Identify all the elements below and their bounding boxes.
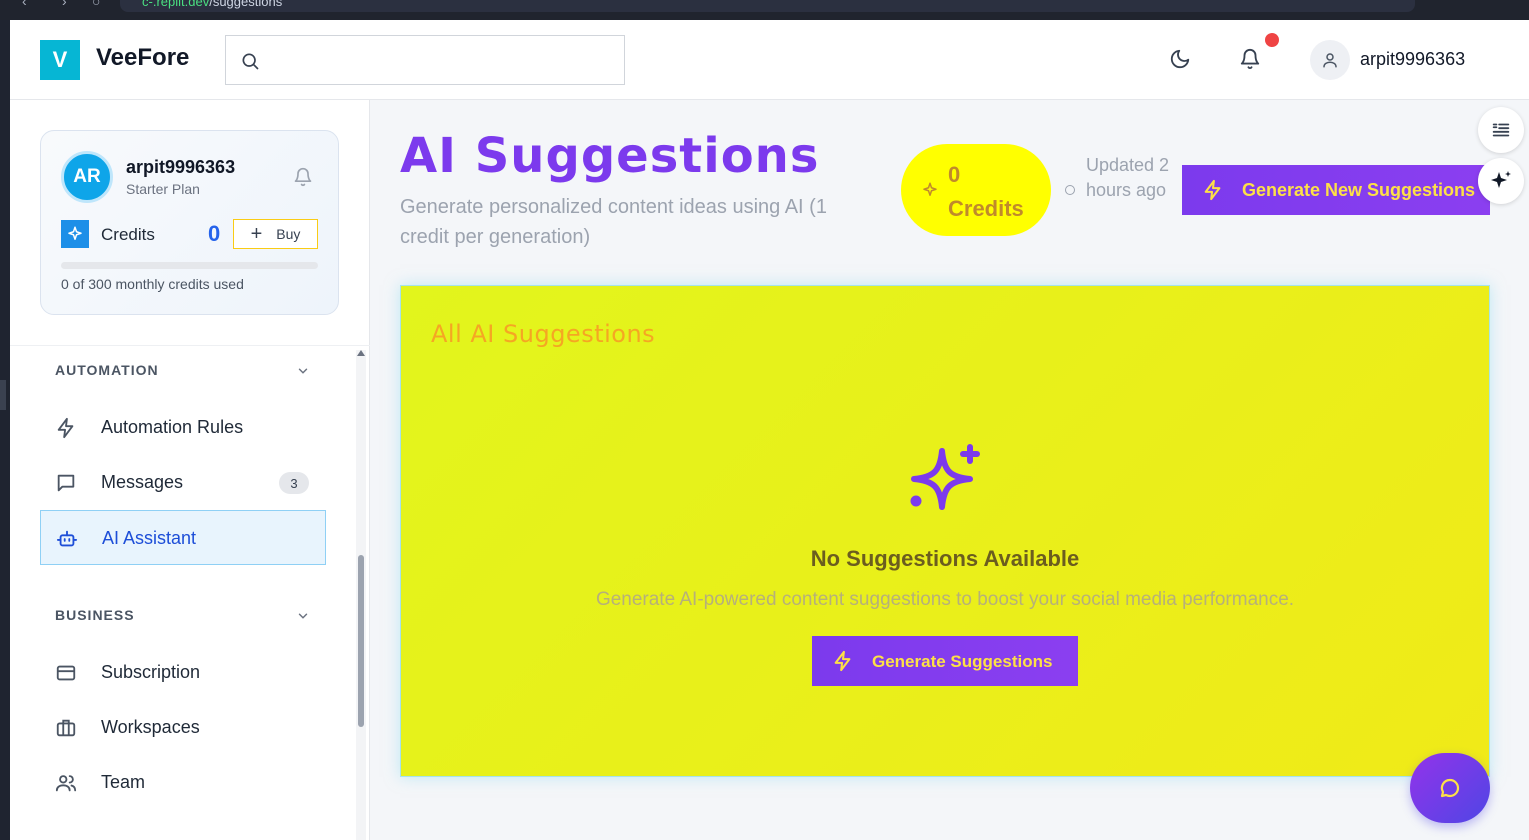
profile-card: AR arpit9996363 Starter Plan Credits 0 +…: [40, 130, 339, 315]
sparkle-icon: [923, 182, 937, 196]
profile-plan: Starter Plan: [126, 181, 200, 197]
quote-tool-button[interactable]: [1478, 107, 1524, 153]
credits-pill-text: 0 Credits: [948, 162, 1024, 221]
sidebar-item-label: Team: [101, 772, 146, 792]
button-label: Generate Suggestions: [872, 652, 1053, 671]
credits-value: 0: [208, 221, 221, 246]
logo[interactable]: V: [40, 40, 80, 80]
chat-button[interactable]: [1410, 753, 1490, 823]
bell-icon[interactable]: [293, 167, 313, 187]
url-path: /suggestions: [209, 0, 283, 9]
bolt-icon: [57, 417, 74, 439]
ai-tool-button[interactable]: [1478, 158, 1524, 204]
sidebar-item-label: Workspaces: [101, 717, 200, 737]
section-automation[interactable]: AUTOMATION: [55, 362, 159, 378]
profile-name: arpit9996363: [126, 157, 236, 177]
brand-name[interactable]: VeeFore: [96, 44, 189, 72]
sidebar-item-team[interactable]: Team: [40, 755, 326, 810]
user-avatar[interactable]: [1310, 40, 1350, 80]
sidebar-item-ai-assistant[interactable]: AI Assistant: [40, 510, 326, 565]
button-label: Generate New Suggestions: [1242, 180, 1476, 200]
buy-credits-button[interactable]: + Buy: [233, 219, 318, 249]
suggestions-panel: All AI Suggestions No Suggestions Availa…: [400, 285, 1490, 777]
section-business[interactable]: BUSINESS: [55, 607, 135, 623]
window-edge: [0, 380, 6, 410]
sparkles-icon: [1491, 171, 1511, 188]
back-icon[interactable]: ‹: [22, 0, 27, 9]
profile-avatar: AR: [61, 151, 113, 203]
sidebar-scrollbar[interactable]: [356, 350, 366, 840]
empty-state-title: No Suggestions Available: [810, 546, 1080, 571]
address-bar[interactable]: c-.replit.dev/suggestions: [120, 0, 1415, 12]
sidebar-item-label: AI Assistant: [102, 528, 197, 548]
credits-pill: 0 Credits: [901, 144, 1051, 236]
chat-bubble-icon: [1440, 778, 1460, 798]
reload-icon[interactable]: ○: [92, 0, 100, 9]
clock-icon: [1065, 185, 1075, 195]
briefcase-icon: [56, 719, 76, 737]
sidebar-item-messages[interactable]: Messages 3: [40, 455, 326, 510]
moon-icon[interactable]: [1169, 48, 1191, 70]
empty-state-description: Generate AI-powered content suggestions …: [595, 589, 1295, 610]
users-icon: [55, 775, 77, 792]
buy-label: Buy: [276, 226, 301, 242]
forward-icon[interactable]: ›: [62, 0, 67, 9]
credits-sparkle-icon: [61, 220, 89, 248]
search-input[interactable]: [270, 46, 610, 76]
generate-new-suggestions-button[interactable]: Generate New Suggestions: [1182, 165, 1490, 215]
user-icon: [1323, 53, 1337, 68]
bolt-icon: [1204, 179, 1221, 201]
quote-lines-icon: [1492, 123, 1510, 137]
scrollbar-thumb[interactable]: [358, 555, 364, 727]
messages-count-badge: 3: [279, 472, 309, 494]
chevron-down-icon[interactable]: [296, 364, 310, 378]
generate-suggestions-button[interactable]: Generate Suggestions: [812, 636, 1078, 686]
credits-usage-text: 0 of 300 monthly credits used: [61, 276, 244, 292]
credit-card-icon: [56, 665, 76, 681]
plus-icon: +: [250, 223, 263, 245]
updated-text: Updated 2 hours ago: [1086, 155, 1170, 200]
app-window: V VeeFore arpit9996363 AR arpit9996363 S…: [10, 20, 1529, 840]
notification-dot: [1265, 33, 1279, 47]
search-box[interactable]: [225, 35, 625, 85]
sidebar-item-automation-rules[interactable]: Automation Rules: [40, 400, 326, 455]
bell-icon[interactable]: [1239, 48, 1261, 70]
robot-icon: [56, 530, 78, 547]
page-title: AI Suggestions: [400, 128, 820, 184]
sidebar-item-subscription[interactable]: Subscription: [40, 645, 326, 700]
search-icon: [242, 53, 259, 70]
user-name[interactable]: arpit9996363: [1360, 49, 1465, 70]
browser-chrome: ‹ › ○ c-.replit.dev/suggestions: [0, 0, 1529, 20]
message-icon: [57, 474, 75, 492]
top-bar: V VeeFore arpit9996363: [10, 20, 1529, 100]
bolt-icon: [834, 650, 851, 672]
sidebar-item-workspaces[interactable]: Workspaces: [40, 700, 326, 755]
sidebar-item-label: Automation Rules: [101, 417, 244, 437]
chevron-down-icon[interactable]: [296, 609, 310, 623]
credits-usage-bar: [61, 262, 318, 269]
sidebar: AR arpit9996363 Starter Plan Credits 0 +…: [10, 100, 370, 840]
panel-title: All AI Suggestions: [431, 320, 656, 348]
scroll-up-arrow-icon[interactable]: [357, 350, 365, 356]
sidebar-item-label: Messages: [101, 472, 184, 492]
sparkles-icon: [910, 444, 980, 510]
url-domain: c-.replit.dev: [142, 0, 210, 9]
credits-label: Credits: [101, 225, 155, 244]
sidebar-item-label: Subscription: [101, 662, 201, 682]
sidebar-divider: [10, 345, 370, 346]
page-subtitle: Generate personalized content ideas usin…: [400, 196, 827, 248]
